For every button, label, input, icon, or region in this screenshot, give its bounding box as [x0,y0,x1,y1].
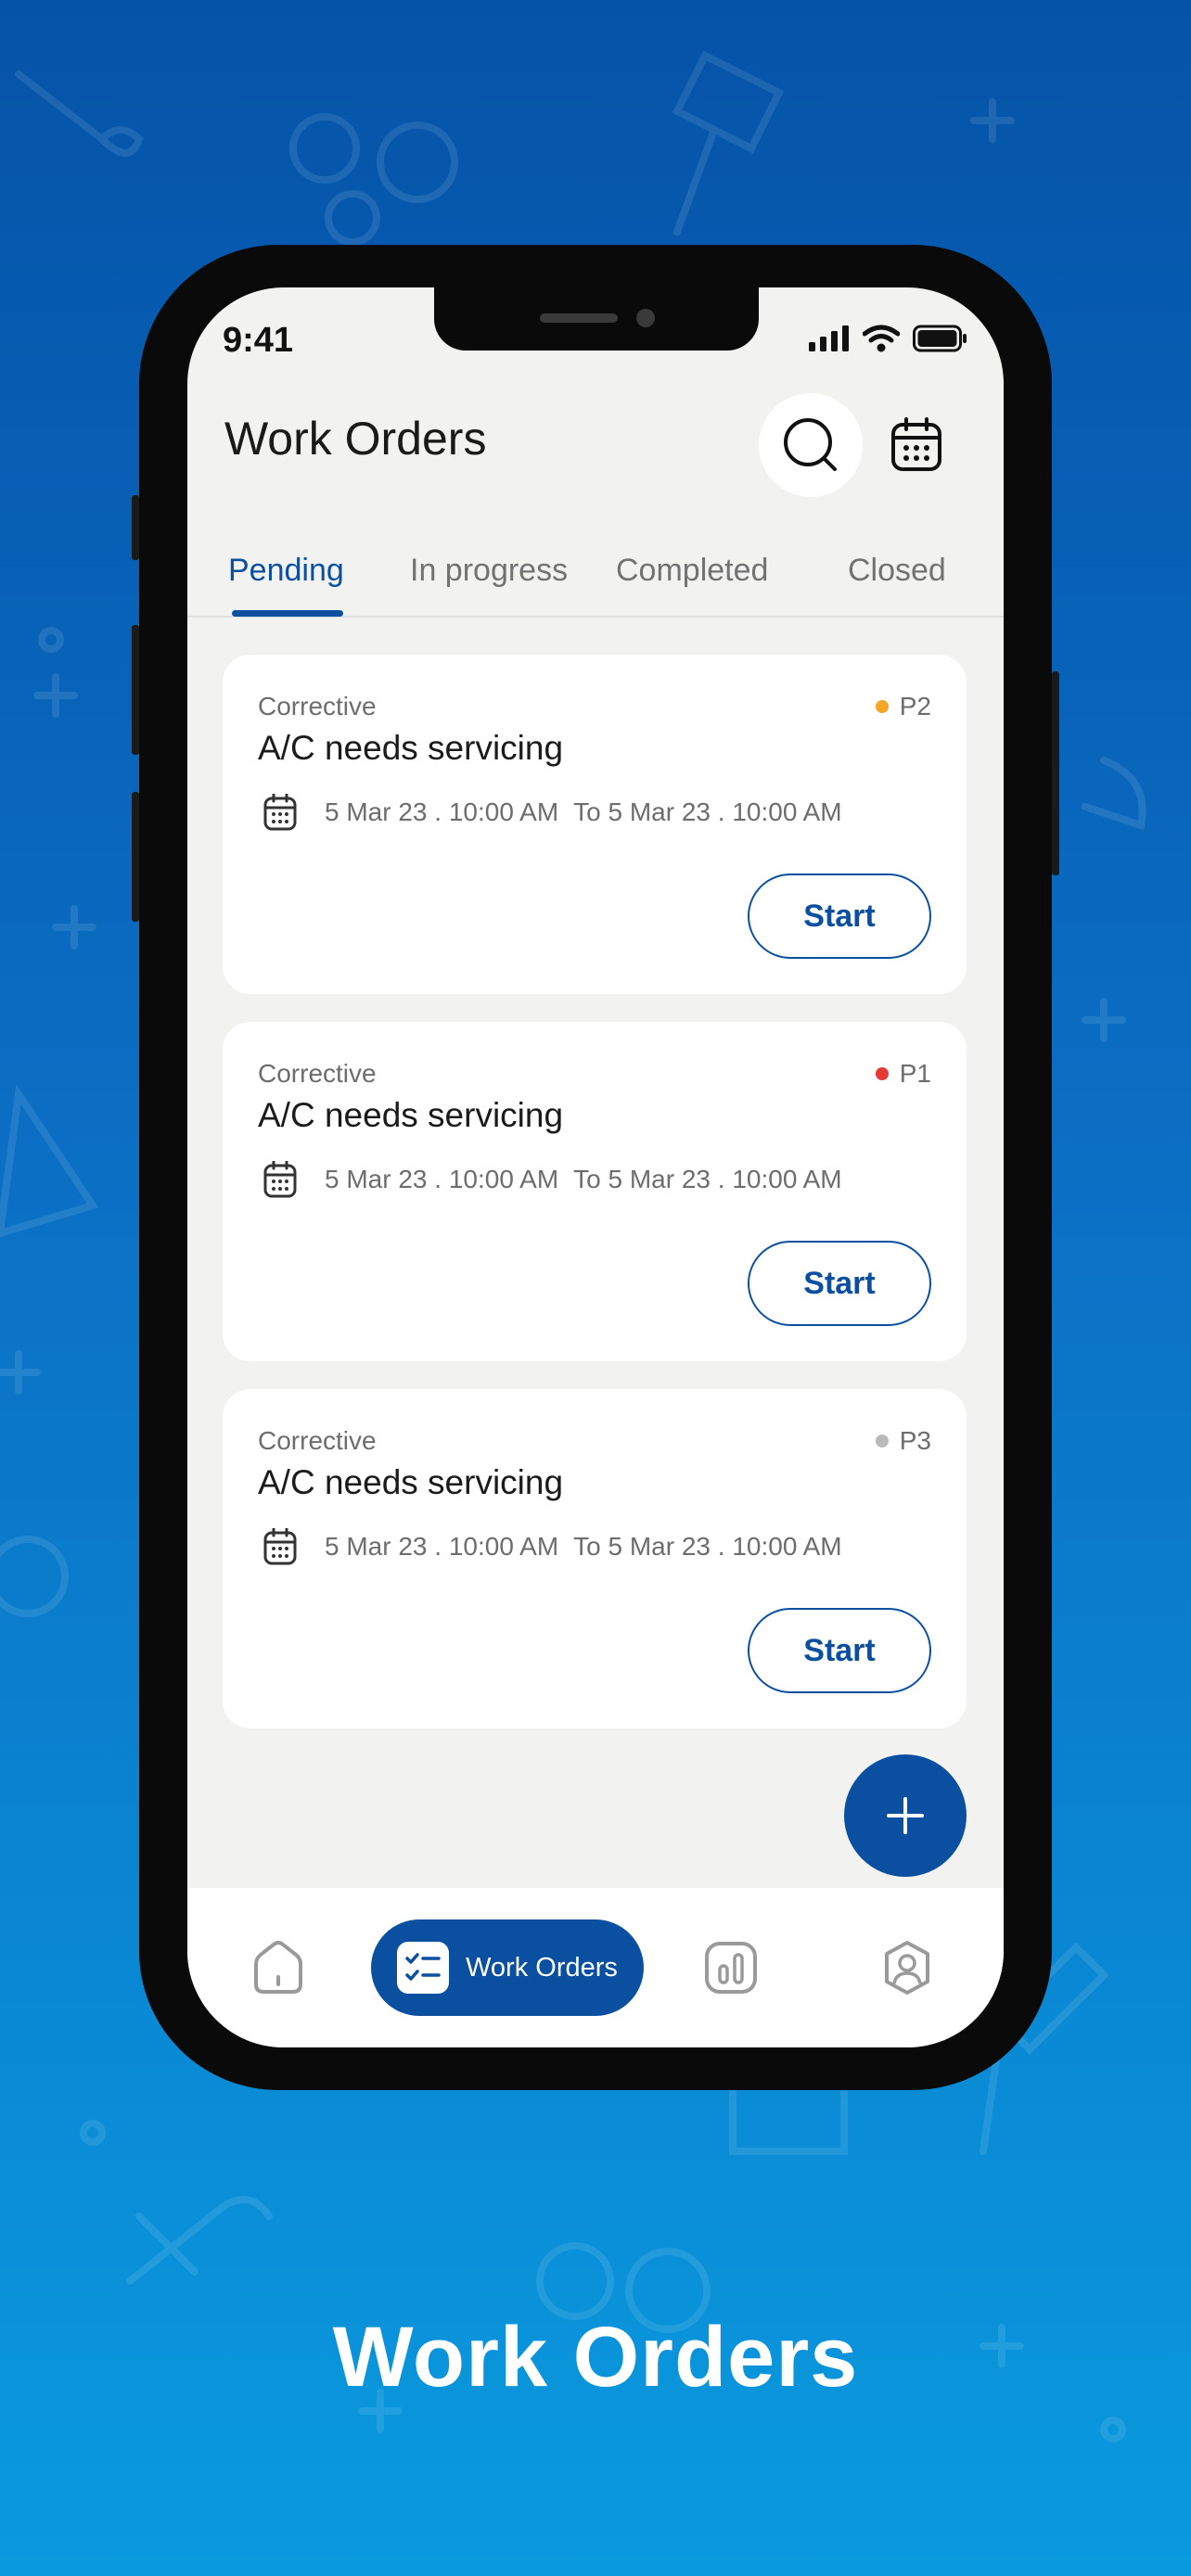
priority-label: P2 [899,692,931,721]
work-order-card[interactable]: Corrective A/C needs servicing P1 5 Mar … [223,1022,967,1361]
active-tab-indicator [232,610,343,617]
profile-icon [885,1941,929,1995]
phone-frame: 9:41 Work Orders Pending In progress Com… [132,245,1059,2090]
nav-home[interactable] [245,1919,312,2016]
calendar-icon [891,417,941,471]
work-order-type: Corrective [258,1059,377,1088]
tab-pending[interactable]: Pending [228,553,344,589]
work-order-card[interactable]: Corrective A/C needs servicing P2 5 Mar … [223,655,967,994]
front-camera [636,309,655,327]
priority-badge: P3 [875,1426,931,1456]
volume-up-button [132,625,139,755]
reports-icon [705,1942,757,1994]
signal-icon [809,325,849,351]
tab-completed[interactable]: Completed [616,553,768,589]
start-button[interactable]: Start [748,874,931,959]
speaker [540,313,618,323]
search-button[interactable] [759,393,863,497]
home-icon [254,1941,302,1994]
plus-icon [887,1797,924,1834]
date-range: 5 Mar 23 . 10:00 AM To 5 Mar 23 . 10:00 A… [263,1161,842,1198]
volume-down-button [132,792,139,922]
priority-dot [875,1067,889,1080]
calendar-icon [263,794,297,831]
calendar-icon [263,1161,297,1198]
search-icon [784,418,837,471]
work-orders-icon [397,1942,450,1994]
tab-closed[interactable]: Closed [848,553,946,589]
calendar-icon [263,1528,297,1565]
status-time: 9:41 [223,321,294,360]
priority-label: P3 [899,1426,931,1455]
work-order-type: Corrective [258,1426,377,1455]
battery-icon [913,325,967,352]
status-icons [809,325,968,352]
nav-reports[interactable] [698,1919,764,2016]
start-datetime: 5 Mar 23 . 10:00 AM [325,1532,559,1561]
promo-caption: Work Orders [332,2310,859,2404]
nav-work-orders-label: Work Orders [466,1952,618,1983]
wifi-icon [863,325,900,352]
app-screen: 9:41 Work Orders Pending In progress Com… [187,287,1004,2047]
work-order-card[interactable]: Corrective A/C needs servicing P3 5 Mar … [223,1389,967,1728]
nav-profile[interactable] [874,1919,941,2016]
priority-badge: P2 [875,692,931,721]
start-button[interactable]: Start [748,1241,931,1326]
start-button[interactable]: Start [748,1608,931,1693]
date-range: 5 Mar 23 . 10:00 AM To 5 Mar 23 . 10:00 A… [263,794,842,831]
start-datetime: 5 Mar 23 . 10:00 AM [325,1165,559,1193]
nav-work-orders[interactable]: Work Orders [371,1919,644,2016]
tab-in-progress[interactable]: In progress [410,553,568,589]
notch [434,287,759,351]
work-order-title: A/C needs servicing [258,1096,564,1134]
start-datetime: 5 Mar 23 . 10:00 AM [325,797,559,826]
priority-badge: P1 [875,1059,931,1089]
work-order-title: A/C needs servicing [258,729,564,767]
add-work-order-button[interactable] [844,1754,967,1877]
work-order-type: Corrective [258,692,377,721]
end-datetime: To 5 Mar 23 . 10:00 AM [573,797,842,826]
calendar-button[interactable] [885,414,948,477]
work-order-title: A/C needs servicing [258,1463,564,1501]
mute-switch [132,495,139,560]
bottom-nav: Work Orders [187,1888,1004,2047]
end-datetime: To 5 Mar 23 . 10:00 AM [573,1165,842,1193]
date-range: 5 Mar 23 . 10:00 AM To 5 Mar 23 . 10:00 A… [263,1528,842,1565]
page-title: Work Orders [224,413,487,465]
end-datetime: To 5 Mar 23 . 10:00 AM [573,1532,842,1561]
status-tabs: Pending In progress Completed Closed [187,536,1004,618]
priority-label: P1 [899,1059,931,1088]
priority-dot [875,1435,889,1447]
power-button [1052,671,1059,875]
priority-dot [875,700,889,713]
